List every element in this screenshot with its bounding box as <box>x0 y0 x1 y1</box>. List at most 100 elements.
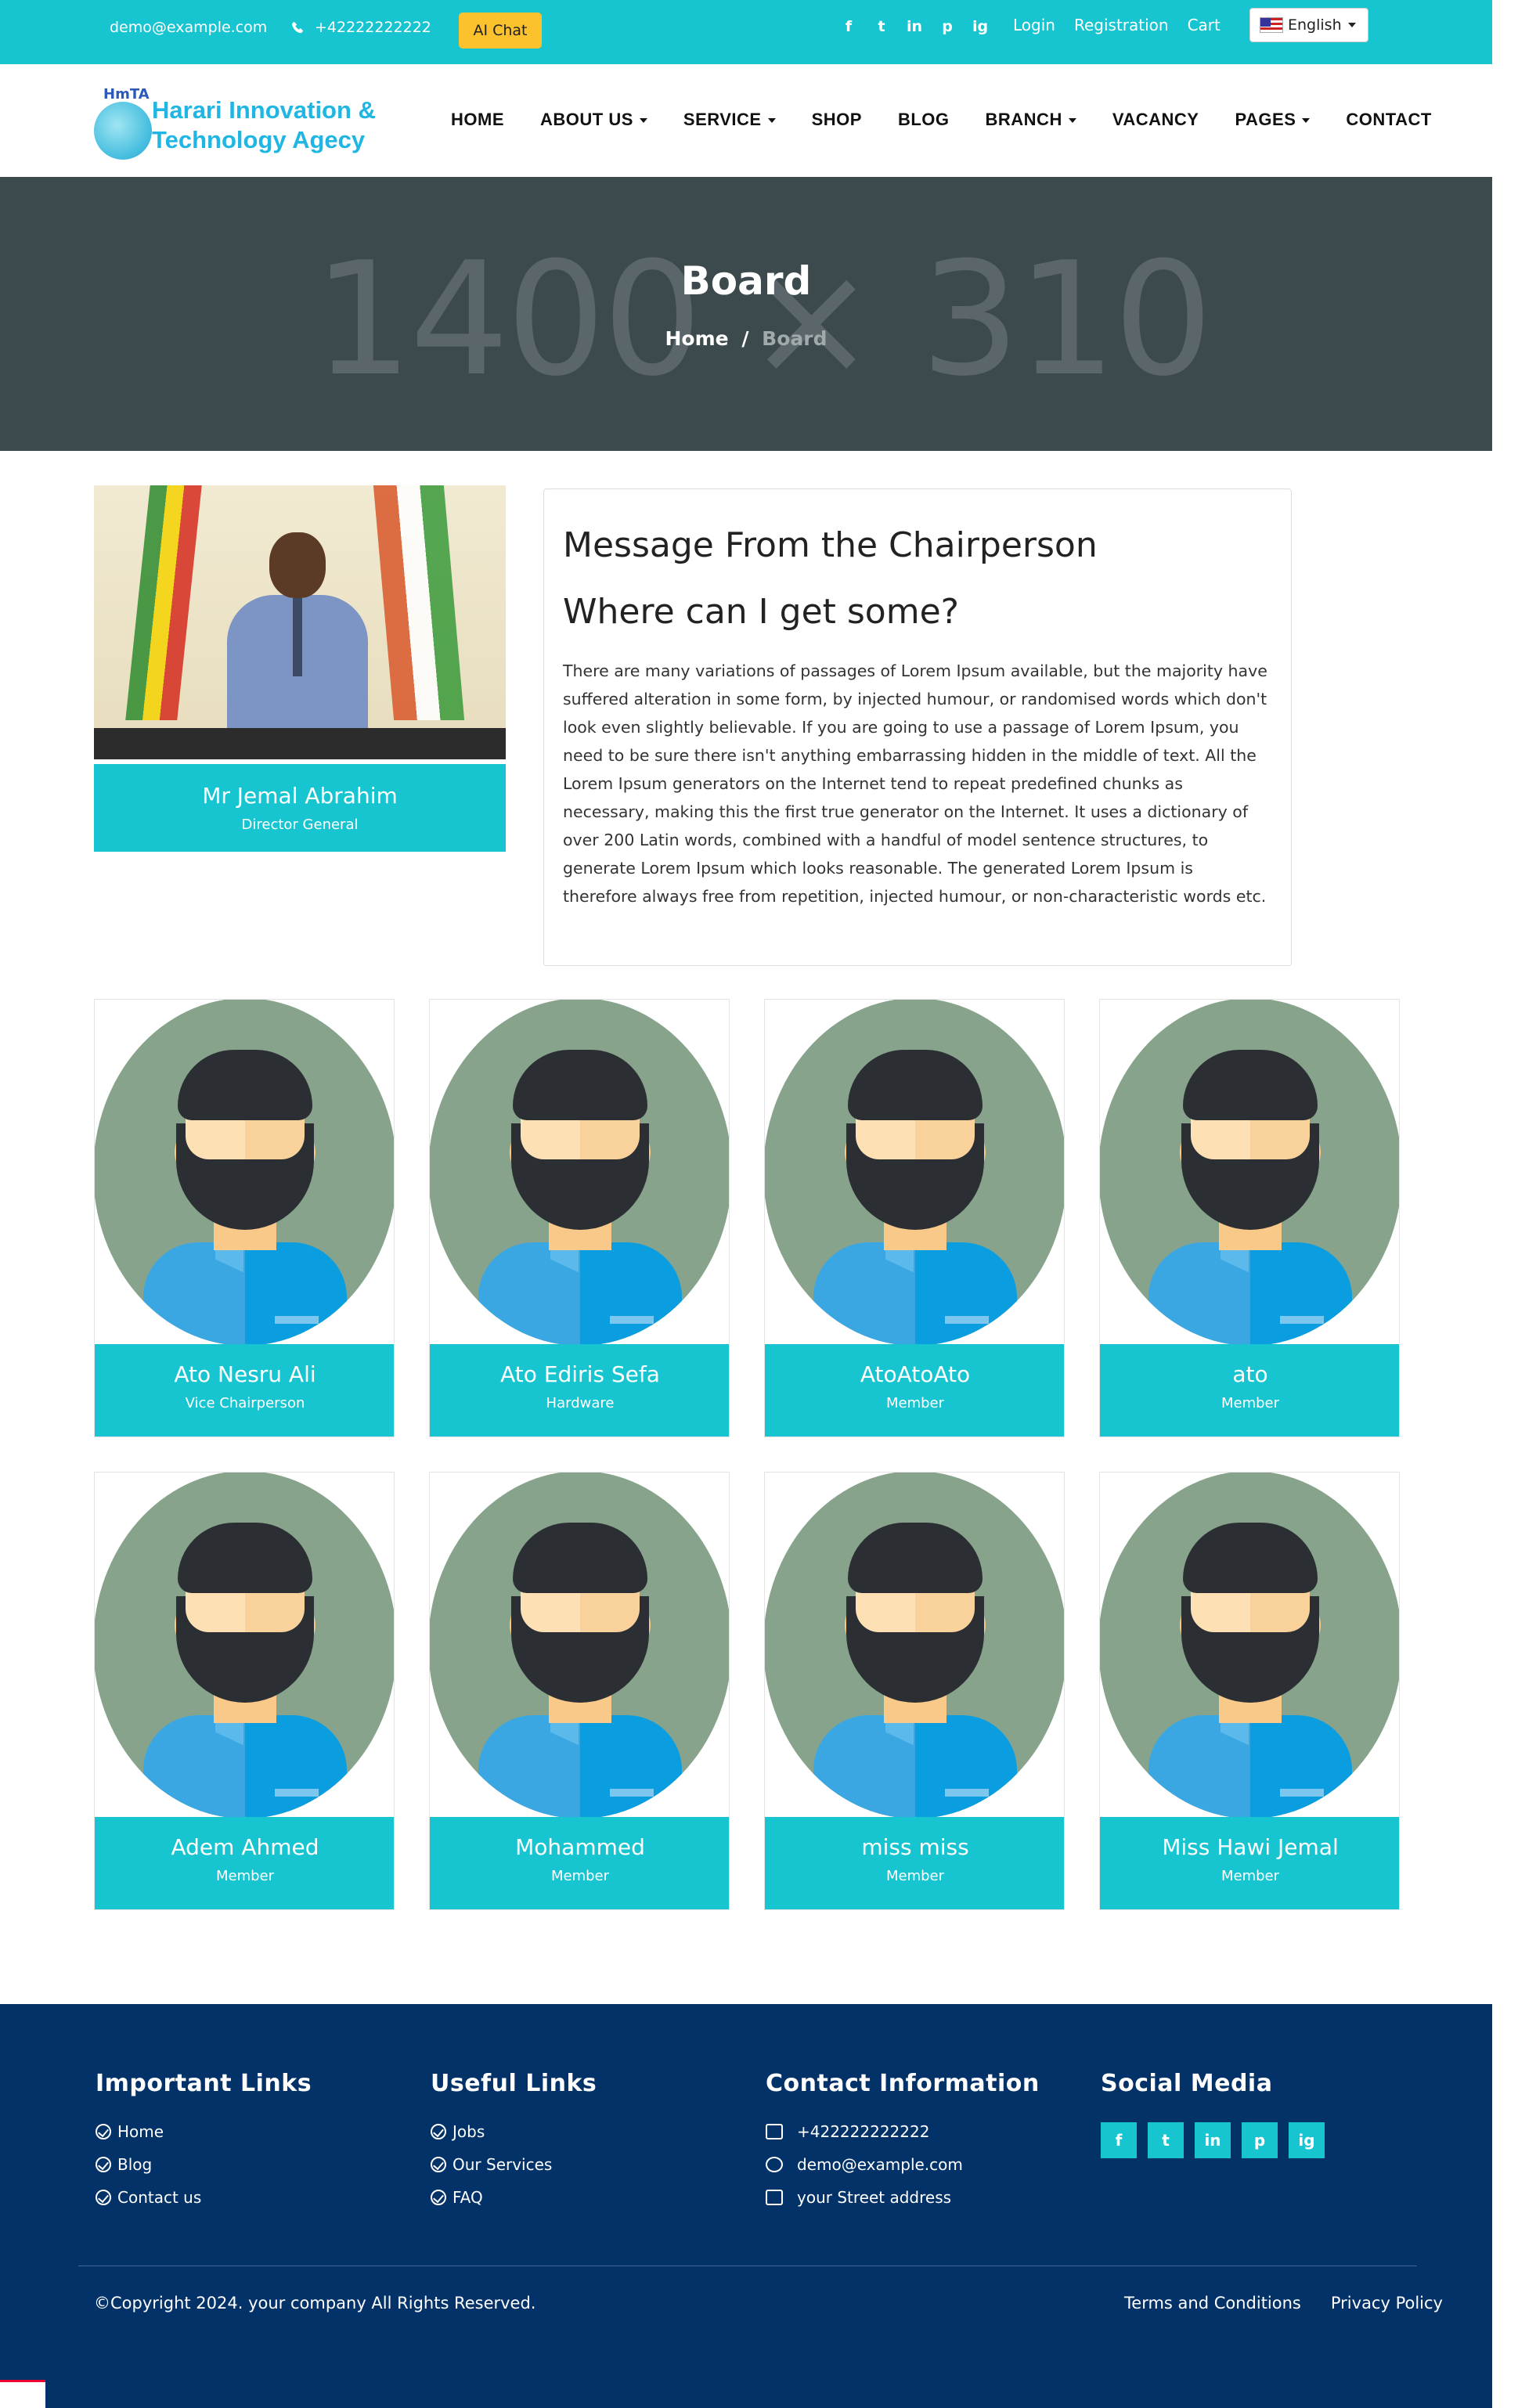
nav-service-label: SERVICE <box>683 110 762 129</box>
chairperson-figure <box>227 532 368 744</box>
footer-link-label: Home <box>117 2122 164 2141</box>
nav-about-us-label: ABOUT US <box>540 110 633 129</box>
twitter-icon[interactable]: t <box>871 16 892 38</box>
topbar-phone-text: +42222222222 <box>315 19 431 36</box>
footer-contact-info: Contact Information +422222222222 demo@e… <box>766 2070 1040 2221</box>
instagram-icon[interactable]: ig <box>969 16 991 38</box>
page-title: Board <box>680 258 812 304</box>
member-role: Member <box>885 1868 945 1884</box>
member-name: AtoAtoAto <box>860 1361 971 1387</box>
breadcrumb-current: Board <box>762 327 828 350</box>
footer-important-links: Important Links Home Blog Contact us <box>96 2070 312 2221</box>
nav-branch-label: BRANCH <box>985 110 1062 129</box>
member-role: Vice Chairperson <box>185 1395 305 1411</box>
avatar-circle <box>1100 1000 1399 1344</box>
board-member-card[interactable]: ato Member <box>1099 999 1400 1437</box>
logo-line-1: Harari Innovation & <box>152 96 376 124</box>
board-member-card[interactable]: miss miss Member <box>764 1472 1065 1910</box>
topbar-phone[interactable]: +42222222222 <box>291 19 431 36</box>
login-link[interactable]: Login <box>1013 16 1055 34</box>
footer-contact-email[interactable]: demo@example.com <box>766 2155 1040 2174</box>
board-member-card[interactable]: Mohammed Member <box>429 1472 730 1910</box>
registration-link[interactable]: Registration <box>1074 16 1169 34</box>
facebook-icon[interactable]: f <box>1101 2122 1137 2158</box>
member-name: ato <box>1232 1361 1268 1387</box>
chevron-down-icon <box>1068 118 1076 123</box>
avatar <box>765 1000 1064 1344</box>
footer-link-faq[interactable]: FAQ <box>431 2188 597 2207</box>
member-caption: miss miss Member <box>765 1817 1064 1909</box>
linkedin-icon[interactable]: in <box>903 16 925 38</box>
twitter-icon[interactable]: t <box>1148 2122 1184 2158</box>
ethiopia-flag <box>125 485 202 720</box>
footer-important-title: Important Links <box>96 2070 312 2097</box>
main-nav: HOME ABOUT US SERVICE SHOP BLOG BRANCH V… <box>451 110 1468 130</box>
nav-about-us[interactable]: ABOUT US <box>540 110 647 130</box>
member-name: Ato Ediris Sefa <box>500 1361 660 1387</box>
legal-links: Terms and Conditions Privacy Policy <box>1124 2294 1443 2312</box>
footer-link-services[interactable]: Our Services <box>431 2155 597 2174</box>
nav-vacancy[interactable]: VACANCY <box>1112 110 1199 130</box>
member-name: Miss Hawi Jemal <box>1162 1834 1339 1860</box>
privacy-link[interactable]: Privacy Policy <box>1331 2294 1443 2312</box>
pinterest-icon[interactable]: p <box>1242 2122 1278 2158</box>
main-header: HmTA Harari Innovation & Technology Agec… <box>0 64 1492 177</box>
nav-shop[interactable]: SHOP <box>812 110 862 130</box>
site-logo[interactable]: HmTA Harari Innovation & Technology Agec… <box>94 86 423 160</box>
avatar <box>430 1000 729 1344</box>
nav-service[interactable]: SERVICE <box>683 110 776 130</box>
nav-pages-label: PAGES <box>1235 110 1296 129</box>
footer-contact-address: your Street address <box>766 2188 1040 2207</box>
ai-chat-button[interactable]: AI Chat <box>459 13 542 49</box>
us-flag-icon <box>1260 17 1283 33</box>
member-caption: Adem Ahmed Member <box>95 1817 394 1909</box>
breadcrumb: Home / Board <box>0 327 1492 350</box>
avatar <box>1100 1473 1399 1817</box>
avatar-circle <box>95 1473 394 1817</box>
board-member-card[interactable]: AtoAtoAto Member <box>764 999 1065 1437</box>
phone-icon <box>291 21 304 34</box>
footer-social-icons: f t in p ig <box>1101 2122 1325 2158</box>
member-caption: Ato Ediris Sefa Hardware <box>430 1344 729 1437</box>
footer-link-jobs[interactable]: Jobs <box>431 2122 597 2141</box>
nav-contact[interactable]: CONTACT <box>1346 110 1431 130</box>
nav-home[interactable]: HOME <box>451 110 504 130</box>
board-member-card[interactable]: Ato Nesru Ali Vice Chairperson <box>94 999 395 1437</box>
avatar-circle <box>765 1473 1064 1817</box>
nav-blog[interactable]: BLOG <box>898 110 950 130</box>
pinterest-icon[interactable]: p <box>936 16 958 38</box>
member-role: Member <box>215 1868 275 1884</box>
instagram-icon[interactable]: ig <box>1289 2122 1325 2158</box>
page-banner: 1400 × 310 Board Home / Board <box>0 177 1492 451</box>
nav-branch[interactable]: BRANCH <box>986 110 1076 130</box>
desk <box>94 728 506 759</box>
member-name: miss miss <box>861 1834 969 1860</box>
member-caption: Mohammed Member <box>430 1817 729 1909</box>
linkedin-icon[interactable]: in <box>1195 2122 1231 2158</box>
footer-link-home[interactable]: Home <box>96 2122 312 2141</box>
language-select[interactable]: English <box>1249 8 1368 42</box>
footer-link-contact[interactable]: Contact us <box>96 2188 312 2207</box>
avatar-circle <box>1100 1473 1399 1817</box>
board-member-card[interactable]: Ato Ediris Sefa Hardware <box>429 999 730 1437</box>
chairperson-card: Mr Jemal Abrahim Director General <box>94 485 506 852</box>
top-bar: demo@example.com +42222222222 AI Chat f … <box>0 0 1492 64</box>
board-member-card[interactable]: Miss Hawi Jemal Member <box>1099 1472 1400 1910</box>
facebook-icon[interactable]: f <box>838 16 860 38</box>
harari-flag <box>373 485 465 720</box>
nav-pages[interactable]: PAGES <box>1235 110 1311 130</box>
laravel-debug-icon[interactable] <box>0 2380 45 2408</box>
topbar-email[interactable]: demo@example.com <box>110 19 267 36</box>
breadcrumb-home[interactable]: Home <box>665 327 728 350</box>
chevron-down-icon <box>767 118 776 123</box>
avatar-circle <box>430 1473 729 1817</box>
chevron-down-icon <box>639 118 647 123</box>
cart-link[interactable]: Cart <box>1188 16 1221 34</box>
message-body: There are many variations of passages of… <box>563 661 1267 906</box>
address-card-icon <box>766 2190 783 2205</box>
language-label: English <box>1288 16 1342 34</box>
footer-link-blog[interactable]: Blog <box>96 2155 312 2174</box>
terms-link[interactable]: Terms and Conditions <box>1124 2294 1301 2312</box>
member-name: Ato Nesru Ali <box>174 1361 316 1387</box>
board-member-card[interactable]: Adem Ahmed Member <box>94 1472 395 1910</box>
